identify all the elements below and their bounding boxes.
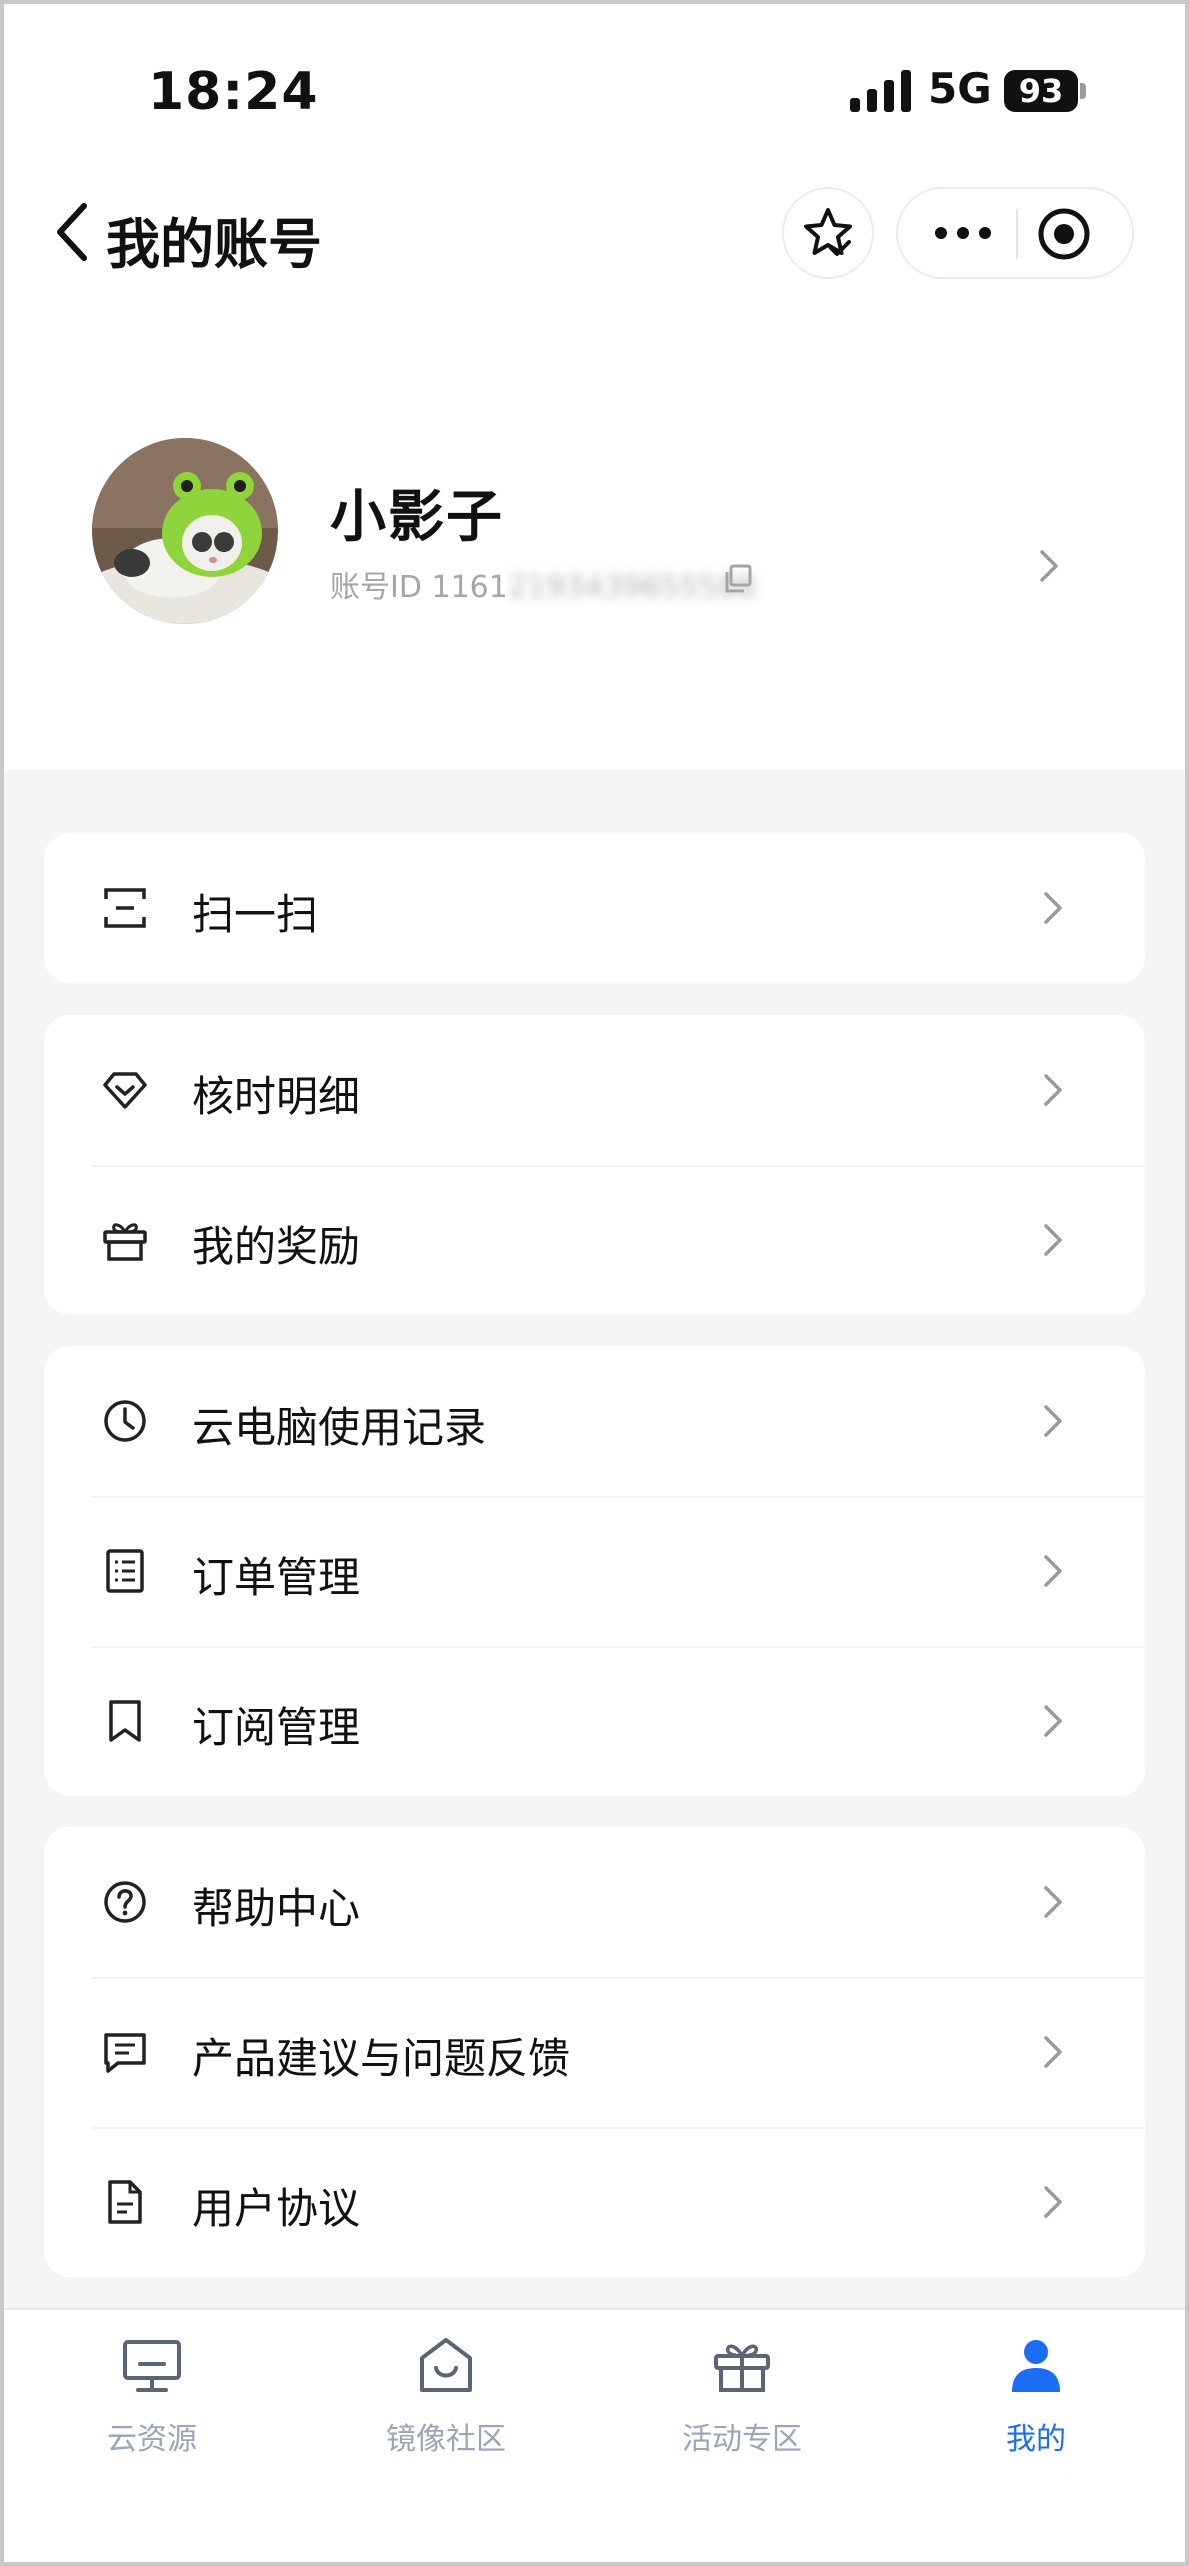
tab-label: 云资源 bbox=[107, 2422, 197, 2457]
back-arrow-icon[interactable] bbox=[52, 200, 92, 264]
tab-events[interactable]: 活动专区 bbox=[642, 2334, 842, 2458]
menu-card-scan: 扫一扫 bbox=[44, 833, 1145, 983]
chevron-right-icon bbox=[1044, 1224, 1062, 1256]
bottom-tab-bar: 云资源 镜像社区 活动专区 我的 bbox=[0, 2308, 1189, 2566]
battery-nub bbox=[1080, 83, 1086, 99]
account-id-label: 账号ID bbox=[330, 570, 422, 605]
monitor-icon bbox=[123, 2340, 181, 2392]
tab-me[interactable]: 我的 bbox=[936, 2334, 1136, 2458]
chevron-right-icon bbox=[1044, 1405, 1062, 1437]
chevron-right-icon bbox=[1044, 1074, 1062, 1106]
favorite-button[interactable] bbox=[782, 187, 874, 279]
document-icon bbox=[108, 2180, 142, 2224]
clock-icon bbox=[104, 1400, 146, 1442]
menu-item-orders[interactable]: 订单管理 bbox=[44, 1496, 1145, 1646]
chevron-right-icon bbox=[1044, 1886, 1062, 1918]
menu-card-support: 帮助中心 产品建议与问题反馈 用户协议 bbox=[44, 1827, 1145, 2277]
avatar-image bbox=[92, 438, 278, 624]
menu-item-user-agreement[interactable]: 用户协议 bbox=[44, 2127, 1145, 2277]
menu-item-feedback[interactable]: 产品建议与问题反馈 bbox=[44, 1977, 1145, 2127]
diamond-icon bbox=[103, 1072, 147, 1109]
list-icon bbox=[106, 1549, 144, 1593]
battery-indicator: 93 bbox=[1004, 70, 1078, 112]
tab-label: 镜像社区 bbox=[386, 2422, 506, 2457]
menu-item-help-center[interactable]: 帮助中心 bbox=[44, 1827, 1145, 1977]
menu-item-my-rewards[interactable]: 我的奖励 bbox=[44, 1165, 1145, 1315]
feedback-icon bbox=[104, 2033, 146, 2073]
menu-item-label: 订阅管理 bbox=[192, 1703, 361, 1752]
menu-item-label: 我的奖励 bbox=[192, 1222, 361, 1271]
page-title: 我的账号 bbox=[106, 213, 322, 276]
account-id-blurred: 2193439655588 bbox=[507, 570, 756, 605]
chevron-right-icon bbox=[1044, 892, 1062, 924]
menu-item-core-hours[interactable]: 核时明细 bbox=[44, 1015, 1145, 1165]
tab-label: 我的 bbox=[1006, 2422, 1066, 2457]
menu-item-label: 用户协议 bbox=[192, 2184, 361, 2233]
menu-item-label: 扫一扫 bbox=[192, 890, 319, 939]
menu-card-rewards: 核时明细 我的奖励 bbox=[44, 1015, 1145, 1315]
signal-icon bbox=[850, 70, 911, 112]
help-icon bbox=[104, 1881, 146, 1923]
capsule-divider bbox=[1016, 209, 1018, 259]
menu-item-label: 核时明细 bbox=[192, 1072, 361, 1121]
bookmark-icon bbox=[109, 1700, 141, 1742]
tab-label: 活动专区 bbox=[682, 2422, 802, 2457]
gift-icon bbox=[103, 1223, 147, 1261]
account-id-value: 1161 bbox=[431, 570, 508, 605]
person-icon bbox=[1012, 2340, 1060, 2392]
chevron-right-icon bbox=[1044, 2036, 1062, 2068]
mini-program-capsule bbox=[896, 187, 1134, 279]
chevron-right-icon bbox=[1044, 2186, 1062, 2218]
scan-icon bbox=[104, 888, 146, 928]
tab-image-community[interactable]: 镜像社区 bbox=[346, 2334, 546, 2458]
more-icon[interactable] bbox=[932, 213, 994, 253]
menu-item-label: 帮助中心 bbox=[192, 1884, 361, 1933]
tab-cloud-resources[interactable]: 云资源 bbox=[52, 2334, 252, 2458]
account-id: 账号ID 11612193439655588 bbox=[330, 562, 756, 606]
chevron-right-icon bbox=[1044, 1555, 1062, 1587]
avatar[interactable] bbox=[92, 438, 278, 624]
menu-item-label: 订单管理 bbox=[192, 1553, 361, 1602]
network-type: 5G bbox=[928, 64, 992, 113]
menu-item-label: 云电脑使用记录 bbox=[192, 1403, 487, 1452]
star-icon bbox=[804, 208, 852, 256]
community-icon bbox=[420, 2338, 472, 2392]
menu-item-usage-records[interactable]: 云电脑使用记录 bbox=[44, 1346, 1145, 1496]
status-time: 18:24 bbox=[148, 62, 319, 122]
profile-chevron-icon[interactable] bbox=[1038, 548, 1060, 584]
menu-item-subscriptions[interactable]: 订阅管理 bbox=[44, 1646, 1145, 1796]
gift-icon bbox=[714, 2344, 770, 2392]
chevron-right-icon bbox=[1044, 1705, 1062, 1737]
copy-icon[interactable] bbox=[722, 564, 752, 594]
username: 小影子 bbox=[330, 485, 504, 550]
menu-card-records: 云电脑使用记录 订单管理 订阅管理 bbox=[44, 1346, 1145, 1796]
header-section: 18:24 5G 93 我的账号 小影子 账号ID 11612193439655… bbox=[0, 0, 1189, 770]
menu-item-scan[interactable]: 扫一扫 bbox=[44, 833, 1145, 983]
menu-item-label: 产品建议与问题反馈 bbox=[192, 2034, 571, 2083]
close-target-icon[interactable] bbox=[1036, 206, 1092, 262]
